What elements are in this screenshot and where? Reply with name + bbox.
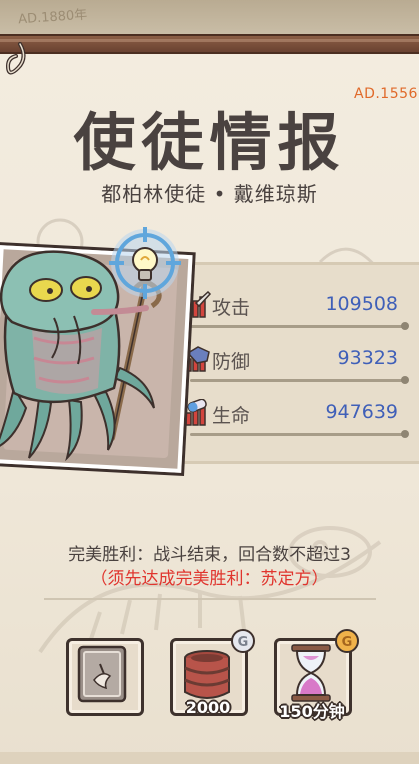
stats-panel: 攻击 109508 防御 93323 生命 947639	[160, 262, 419, 464]
scroll-rod	[0, 34, 419, 54]
card-icon	[77, 645, 127, 703]
apostle-name: 都柏林使徒 • 戴维琼斯	[101, 182, 318, 206]
page-title: 使徒情报	[73, 106, 346, 179]
stat-value: 109508	[325, 293, 398, 315]
divider	[44, 598, 376, 600]
barrel-icon	[184, 650, 230, 699]
reward-time[interactable]: G 150分钟	[270, 629, 359, 721]
silver-coin-icon: G	[231, 629, 255, 653]
target-bulb-icon	[109, 227, 181, 299]
stat-label: 攻击	[212, 297, 251, 319]
stat-attack: 攻击 109508	[160, 285, 419, 330]
reward-card[interactable]	[62, 634, 144, 716]
reward-amount: 2000	[185, 698, 231, 717]
perfect-victory-requirement: （须先达成完美胜利：苏定方）	[90, 569, 329, 589]
stat-divider	[190, 430, 409, 438]
reward-amount: 150分钟	[279, 702, 345, 721]
background-date: AD.1880年	[17, 7, 88, 28]
stat-label: 生命	[212, 405, 251, 427]
gold-coin-icon: G	[335, 629, 359, 653]
hook-icon	[5, 42, 26, 75]
top-strip: AD.1880年	[0, 0, 419, 34]
perfect-victory-condition: 完美胜利：战斗结束，回合数不超过3	[68, 545, 351, 565]
hourglass-icon	[291, 644, 331, 702]
stat-value: 947639	[325, 401, 398, 423]
stat-value: 93323	[337, 347, 398, 369]
reward-barrel[interactable]: G 2000	[166, 629, 255, 717]
stat-divider	[190, 376, 409, 384]
stat-health: 生命 947639	[160, 393, 419, 438]
stat-divider	[190, 322, 409, 330]
stat-defense: 防御 93323	[160, 339, 419, 384]
bottom-edge	[0, 752, 419, 764]
stat-label: 防御	[212, 351, 251, 373]
svg-text:G: G	[238, 635, 249, 650]
svg-text:G: G	[342, 635, 353, 650]
